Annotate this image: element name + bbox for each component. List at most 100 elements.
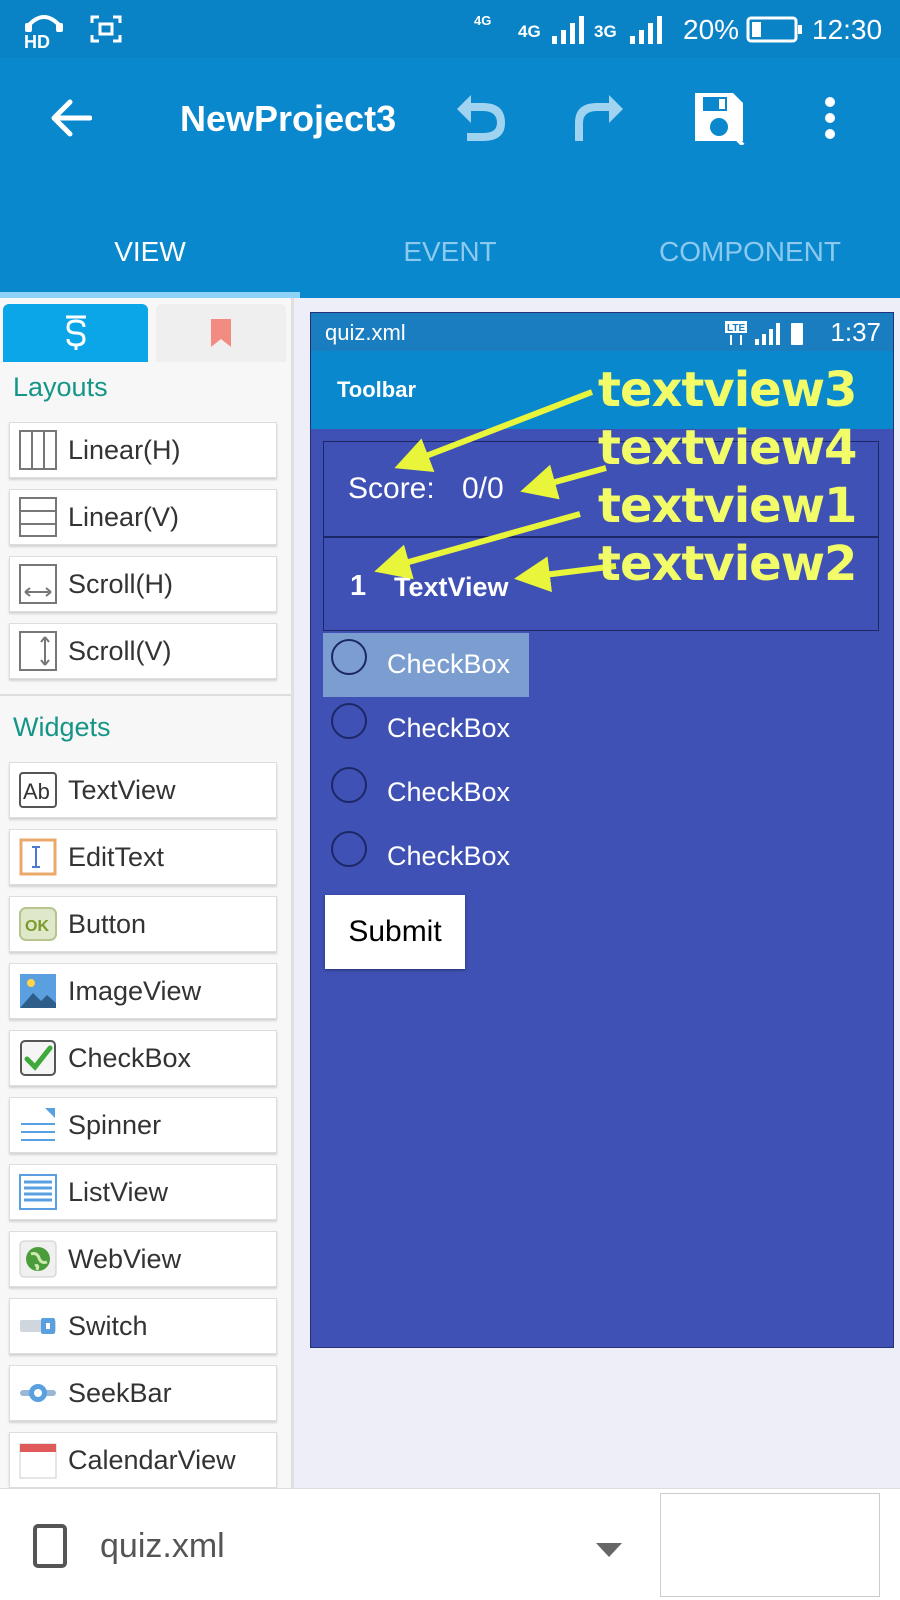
palette-item-imageview[interactable]: ImageView bbox=[9, 963, 277, 1019]
palette-item-spinner[interactable]: Spinner bbox=[9, 1097, 277, 1153]
submit-button[interactable]: Submit bbox=[325, 895, 465, 969]
dropdown-arrow-icon[interactable] bbox=[596, 1543, 622, 1557]
checkbox-circle[interactable] bbox=[331, 703, 367, 739]
score-value[interactable]: 0/0 bbox=[462, 472, 504, 506]
annotation-textview3: textview3 bbox=[598, 362, 857, 418]
checkbox-option-1[interactable]: CheckBox bbox=[323, 633, 529, 697]
run-button-area[interactable] bbox=[660, 1493, 880, 1597]
palette-item-label: Linear(H) bbox=[68, 434, 181, 465]
layouts-heading: Layouts bbox=[13, 372, 108, 402]
question-number[interactable]: 1 bbox=[350, 570, 366, 603]
widgets-heading: Widgets bbox=[13, 712, 111, 742]
checkbox-label: CheckBox bbox=[387, 777, 511, 807]
palette-item-listview[interactable]: ListView bbox=[9, 1164, 277, 1220]
palette-item-textview[interactable]: Ab TextView bbox=[9, 762, 277, 818]
palette-item-label: Scroll(V) bbox=[68, 635, 172, 666]
preview-status-bar: quiz.xml LTE 1:37 bbox=[311, 313, 893, 351]
status-time: 12:30 bbox=[812, 14, 883, 45]
annotation-textview2: textview2 bbox=[598, 536, 857, 592]
svg-text:LTE: LTE bbox=[727, 323, 745, 334]
more-vert-icon[interactable] bbox=[815, 88, 845, 148]
hd-label: HD bbox=[24, 32, 50, 50]
annotation-textview4: textview4 bbox=[598, 420, 857, 476]
annotation-textview1: textview1 bbox=[598, 478, 857, 534]
palette-item-scroll-v[interactable]: Scroll(V) bbox=[9, 623, 277, 679]
network-4g-label-2: 4G bbox=[518, 22, 541, 41]
checkbox-option-2[interactable]: CheckBox bbox=[323, 697, 529, 761]
seekbar-icon bbox=[18, 1373, 58, 1413]
palette-item-button[interactable]: OK Button bbox=[9, 896, 277, 952]
palette-item-label: TextView bbox=[68, 774, 176, 805]
tab-bar: VIEW EVENT COMPONENT bbox=[0, 206, 900, 298]
svg-text:OK: OK bbox=[25, 918, 49, 935]
preview-toolbar-title: Toolbar bbox=[337, 377, 417, 402]
network-3g-label: 3G bbox=[594, 22, 617, 41]
palette-item-scroll-h[interactable]: Scroll(H) bbox=[9, 556, 277, 612]
palette-divider bbox=[0, 694, 294, 696]
bottom-bar: quiz.xml bbox=[0, 1488, 900, 1600]
back-arrow-icon[interactable] bbox=[40, 88, 100, 148]
palette-item-webview[interactable]: WebView bbox=[9, 1231, 277, 1287]
preview-time: 1:37 bbox=[830, 317, 881, 347]
palette-item-label: WebView bbox=[68, 1243, 182, 1274]
checkbox-label: CheckBox bbox=[387, 713, 511, 743]
palette-item-label: ListView bbox=[68, 1176, 169, 1207]
preview-file-name: quiz.xml bbox=[325, 320, 406, 345]
palette-icon bbox=[65, 315, 86, 350]
project-title: NewProject3 bbox=[180, 98, 397, 139]
linear-h-icon bbox=[18, 430, 58, 470]
palette-scrollbar[interactable] bbox=[291, 298, 294, 1488]
imageview-icon bbox=[18, 971, 58, 1011]
undo-icon[interactable] bbox=[450, 88, 510, 148]
checkbox-option-4[interactable]: CheckBox bbox=[323, 825, 529, 889]
palette-item-seekbar[interactable]: SeekBar bbox=[9, 1365, 277, 1421]
screenshot-icon bbox=[90, 15, 122, 43]
checkbox-circle[interactable] bbox=[331, 767, 367, 803]
checkbox-label: CheckBox bbox=[387, 649, 511, 679]
bookmark-icon bbox=[211, 319, 231, 347]
textview-icon: Ab bbox=[18, 770, 58, 810]
svg-text:Ab: Ab bbox=[23, 779, 50, 804]
question-text[interactable]: TextView bbox=[394, 572, 509, 603]
network-4g-label: 4G bbox=[474, 13, 492, 28]
palette-item-switch[interactable]: Switch bbox=[9, 1298, 277, 1354]
palette-item-label: SeekBar bbox=[68, 1377, 172, 1408]
checkbox-option-3[interactable]: CheckBox bbox=[323, 761, 529, 825]
calendarview-icon bbox=[18, 1440, 58, 1480]
checkbox-circle[interactable] bbox=[331, 831, 367, 867]
palette-item-edittext[interactable]: EditText bbox=[9, 829, 277, 885]
palette-item-label: EditText bbox=[68, 841, 165, 872]
edittext-icon bbox=[18, 837, 58, 877]
palette-item-calendarview[interactable]: CalendarView bbox=[9, 1432, 277, 1488]
status-bar: HD 4G 4G 3G 20% 12:30 bbox=[0, 0, 900, 58]
palette-item-label: Switch bbox=[68, 1310, 148, 1341]
battery-icon bbox=[746, 16, 802, 43]
listview-icon bbox=[18, 1172, 58, 1212]
tab-component[interactable]: COMPONENT bbox=[600, 206, 900, 298]
spinner-icon bbox=[18, 1105, 58, 1145]
redo-icon[interactable] bbox=[570, 88, 630, 148]
checkbox-icon bbox=[18, 1038, 58, 1078]
checkbox-circle[interactable] bbox=[331, 639, 367, 675]
scroll-h-icon bbox=[18, 564, 58, 604]
score-label[interactable]: Score: bbox=[348, 472, 435, 506]
webview-icon bbox=[18, 1239, 58, 1279]
palette-item-checkbox[interactable]: CheckBox bbox=[9, 1030, 277, 1086]
save-icon[interactable] bbox=[690, 88, 750, 148]
palette-item-label: Spinner bbox=[68, 1109, 162, 1140]
battery-percent: 20% bbox=[683, 14, 740, 45]
palette-item-label: Button bbox=[68, 908, 147, 939]
palette-item-label: ImageView bbox=[68, 975, 202, 1006]
palette-item-linear-h[interactable]: Linear(H) bbox=[9, 422, 277, 478]
signal-icon-2 bbox=[630, 16, 662, 44]
bookmark-tab[interactable] bbox=[156, 304, 286, 362]
palette-tab[interactable] bbox=[3, 304, 148, 362]
linear-v-icon bbox=[18, 497, 58, 537]
palette-item-linear-v[interactable]: Linear(V) bbox=[9, 489, 277, 545]
signal-icon bbox=[552, 16, 584, 44]
current-file-name[interactable]: quiz.xml bbox=[100, 1527, 225, 1566]
tab-event[interactable]: EVENT bbox=[300, 206, 600, 298]
preview-signal-icon: LTE bbox=[725, 321, 803, 345]
file-icon bbox=[33, 1524, 67, 1568]
tab-view[interactable]: VIEW bbox=[0, 206, 300, 298]
